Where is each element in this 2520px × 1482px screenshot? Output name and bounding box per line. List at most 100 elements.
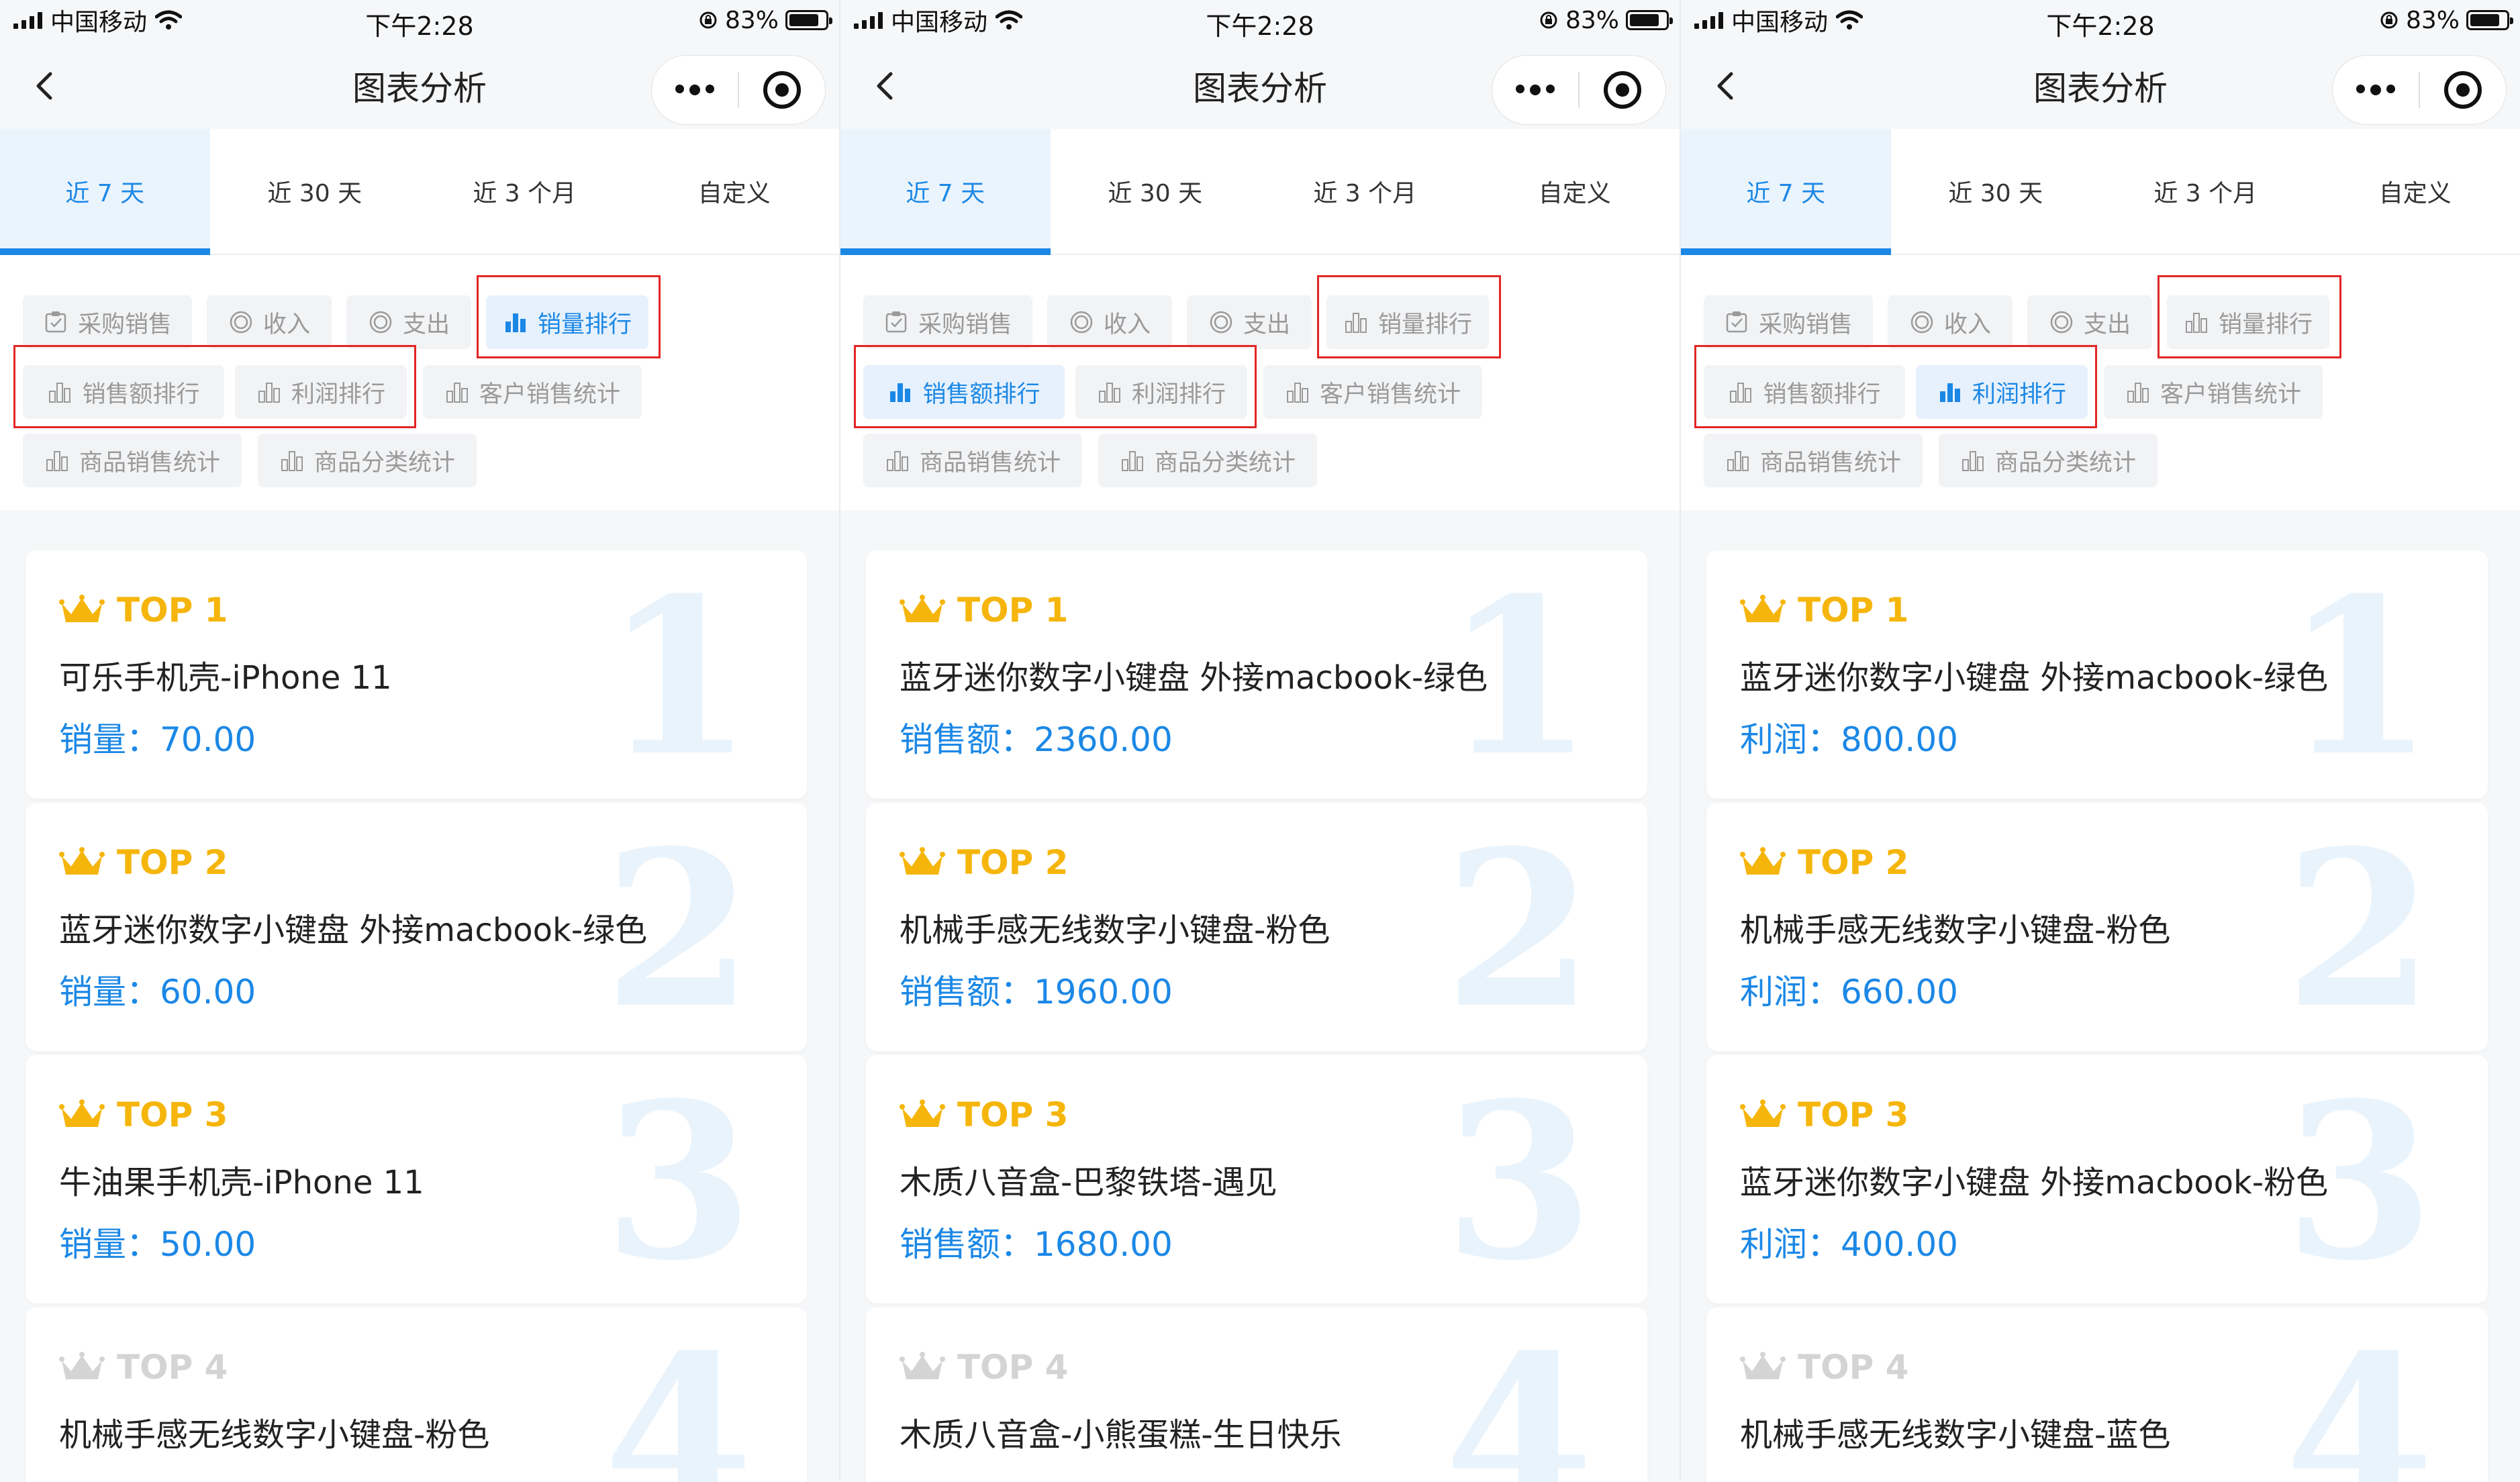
tab-last-7-days[interactable]: 近 7 天 <box>840 129 1051 255</box>
close-button[interactable] <box>739 56 825 124</box>
chip-customer-sales-stats[interactable]: 客户销售统计 <box>423 365 642 419</box>
battery-icon <box>1626 10 1673 30</box>
rank-badge: TOP 3 <box>1740 1095 1908 1134</box>
rank-card[interactable]: 4 TOP 4 木质八音盒-小熊蛋糕-生日快乐 <box>866 1307 1647 1482</box>
product-name: 机械手感无线数字小键盘-蓝色 <box>1740 1416 2171 1454</box>
rank-card[interactable]: 1 TOP 1 蓝牙迷你数字小键盘 外接macbook-绿色 利润：800.00 <box>1706 550 2488 799</box>
close-button[interactable] <box>1580 56 1665 124</box>
tab-custom[interactable]: 自定义 <box>2311 129 2520 254</box>
rank-label: TOP 1 <box>957 591 1069 630</box>
chip-customer-sales-stats[interactable]: 客户销售统计 <box>2104 365 2323 419</box>
coin-icon <box>1210 311 1232 334</box>
tab-last-30-days[interactable]: 近 30 天 <box>1891 129 2101 254</box>
highlight-box <box>854 345 1257 428</box>
metric-value: 2360.00 <box>1034 720 1173 759</box>
metric-value: 50.00 <box>160 1225 256 1264</box>
rank-card[interactable]: 2 TOP 2 机械手感无线数字小键盘-粉色 销售额：1960.00 <box>866 803 1647 1051</box>
tab-last-30-days[interactable]: 近 30 天 <box>1051 129 1261 254</box>
chip-product-sales-stats[interactable]: 商品销售统计 <box>1704 434 1923 487</box>
chip-purchase-sales[interactable]: 采购销售 <box>23 295 192 349</box>
tab-last-3-months[interactable]: 近 3 个月 <box>2100 129 2311 254</box>
rank-watermark: 3 <box>603 1056 753 1303</box>
nav-bar: 图表分析 <box>1681 42 2520 129</box>
more-dots-icon <box>675 85 714 95</box>
chip-label: 采购销售 <box>77 311 172 338</box>
more-button[interactable] <box>652 56 738 124</box>
rank-card[interactable]: 4 TOP 4 机械手感无线数字小键盘-蓝色 <box>1706 1307 2488 1482</box>
tab-last-3-months[interactable]: 近 3 个月 <box>1260 129 1470 254</box>
chip-purchase-sales[interactable]: 采购销售 <box>863 295 1032 349</box>
chip-purchase-sales[interactable]: 采购销售 <box>1704 295 1873 349</box>
chip-label: 客户销售统计 <box>1319 381 1461 408</box>
metric: 利润：660.00 <box>1740 965 1958 1014</box>
metric-label: 销售额： <box>900 973 1034 1011</box>
chip-income[interactable]: 收入 <box>1888 295 2013 349</box>
crown-icon <box>59 1099 105 1127</box>
metric-value: 400.00 <box>1841 1225 1958 1264</box>
bar-chart-icon <box>2127 383 2149 403</box>
rank-label: TOP 2 <box>1798 843 1909 882</box>
chip-income[interactable]: 收入 <box>1047 295 1172 349</box>
rank-badge: TOP 2 <box>900 843 1068 882</box>
chip-label: 收入 <box>1943 311 1991 338</box>
metric-label: 销量： <box>59 1225 160 1264</box>
product-name: 牛油果手机壳-iPhone 11 <box>59 1164 424 1201</box>
rank-badge: TOP 2 <box>1740 843 1908 882</box>
chip-customer-sales-stats[interactable]: 客户销售统计 <box>1263 365 1482 419</box>
chip-product-sales-stats[interactable]: 商品销售统计 <box>23 434 242 487</box>
more-button[interactable] <box>1492 56 1578 124</box>
chip-product-sales-stats[interactable]: 商品销售统计 <box>863 434 1082 487</box>
metric-value: 660.00 <box>1841 973 1958 1011</box>
chip-expense[interactable]: 支出 <box>1187 295 1312 349</box>
bar-chart-icon <box>886 451 908 471</box>
chip-category-sales-stats[interactable]: 商品分类统计 <box>258 434 477 487</box>
chip-label: 商品分类统计 <box>1154 449 1296 477</box>
crown-icon <box>59 1352 105 1379</box>
tab-custom[interactable]: 自定义 <box>630 129 840 254</box>
rank-card[interactable]: 3 TOP 3 牛油果手机壳-iPhone 11 销量：50.00 <box>26 1055 807 1303</box>
tab-custom[interactable]: 自定义 <box>1470 129 1680 254</box>
tab-last-7-days[interactable]: 近 7 天 <box>0 129 210 255</box>
more-button[interactable] <box>2333 56 2419 124</box>
rank-label: TOP 4 <box>117 1348 228 1387</box>
report-type-panel: 采购销售 收入 支出 销量排行 销售额排行 利润排行 客户销售统计 商品销售统计… <box>0 255 839 510</box>
crown-icon <box>900 595 945 622</box>
product-name: 木质八音盒-小熊蛋糕-生日快乐 <box>900 1416 1342 1454</box>
chip-label: 收入 <box>1103 311 1151 338</box>
rank-card[interactable]: 4 TOP 4 机械手感无线数字小键盘-粉色 <box>26 1307 807 1482</box>
bar-chart-icon <box>446 383 468 403</box>
chip-expense[interactable]: 支出 <box>2027 295 2152 349</box>
crown-icon <box>900 1352 945 1379</box>
bar-chart-icon <box>1961 451 1984 471</box>
chip-category-sales-stats[interactable]: 商品分类统计 <box>1939 434 2158 487</box>
close-target-icon <box>763 71 801 109</box>
rank-card[interactable]: 2 TOP 2 蓝牙迷你数字小键盘 外接macbook-绿色 销量：60.00 <box>26 803 807 1051</box>
tab-last-7-days[interactable]: 近 7 天 <box>1681 129 1891 255</box>
status-right: 83% <box>2379 7 2513 34</box>
rank-label: TOP 1 <box>117 591 228 630</box>
chip-income[interactable]: 收入 <box>207 295 332 349</box>
chip-category-sales-stats[interactable]: 商品分类统计 <box>1098 434 1317 487</box>
rank-card[interactable]: 3 TOP 3 蓝牙迷你数字小键盘 外接macbook-粉色 利润：400.00 <box>1706 1055 2488 1303</box>
tab-last-30-days[interactable]: 近 30 天 <box>210 129 420 254</box>
bar-chart-icon <box>1727 451 1749 471</box>
highlight-box <box>1317 275 1501 358</box>
chip-label: 客户销售统计 <box>479 381 620 408</box>
coin-icon <box>2050 311 2073 334</box>
rank-card[interactable]: 2 TOP 2 机械手感无线数字小键盘-粉色 利润：660.00 <box>1706 803 2488 1051</box>
rank-label: TOP 4 <box>957 1348 1069 1387</box>
metric: 利润：400.00 <box>1740 1218 1958 1266</box>
tab-last-3-months[interactable]: 近 3 个月 <box>420 129 630 254</box>
chip-label: 商品销售统计 <box>919 449 1061 477</box>
rank-watermark: 4 <box>1444 1309 1594 1482</box>
nav-bar: 图表分析 <box>840 42 1680 129</box>
close-button[interactable] <box>2420 56 2506 124</box>
chip-expense[interactable]: 支出 <box>346 295 471 349</box>
crown-icon <box>1740 847 1786 875</box>
coin-icon <box>1910 311 1933 334</box>
rank-badge: TOP 1 <box>1740 591 1908 630</box>
rank-card[interactable]: 3 TOP 3 木质八音盒-巴黎铁塔-遇见 销售额：1680.00 <box>866 1055 1647 1303</box>
rank-card[interactable]: 1 TOP 1 蓝牙迷你数字小键盘 外接macbook-绿色 销售额：2360.… <box>866 550 1647 799</box>
rank-badge: TOP 4 <box>59 1348 228 1387</box>
rank-card[interactable]: 1 TOP 1 可乐手机壳-iPhone 11 销量：70.00 <box>26 550 807 799</box>
